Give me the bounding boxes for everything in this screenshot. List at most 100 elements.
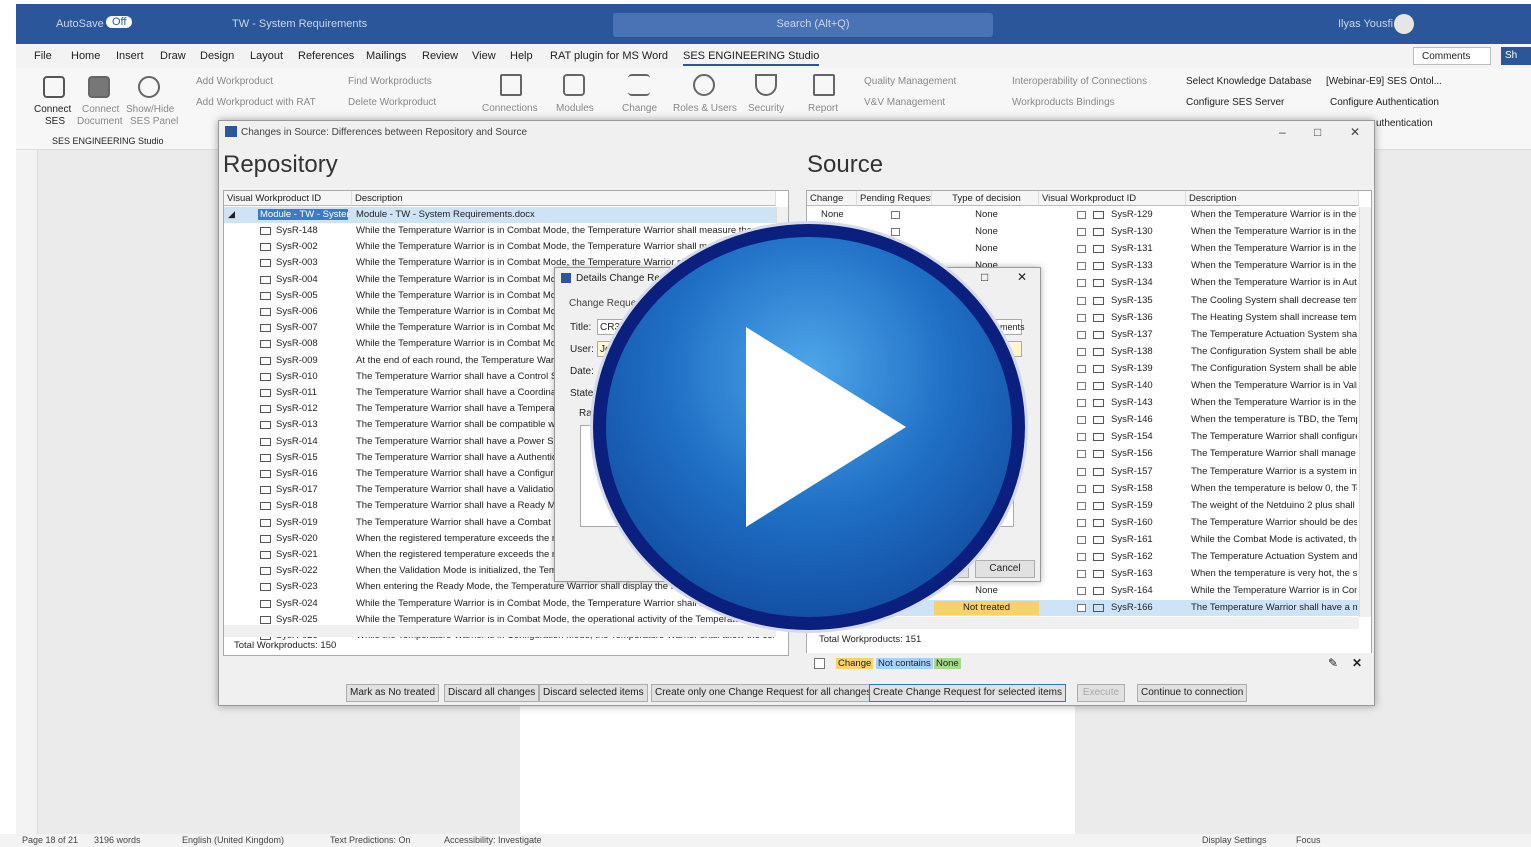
src-col-change[interactable]: Change [807, 191, 857, 206]
cancel-button[interactable]: Cancel [975, 560, 1035, 578]
interoperability-connections[interactable]: Interoperability of Connections [1012, 76, 1147, 87]
create-cr-selected-button[interactable]: Create Change Request for selected items [869, 684, 1066, 702]
menu-rat-plugin[interactable]: RAT plugin for MS Word [550, 50, 668, 62]
menu-file[interactable]: File [34, 50, 52, 62]
select-checkbox[interactable] [1077, 467, 1086, 476]
pending-checkbox[interactable] [891, 211, 900, 219]
repo-module-row[interactable]: ◢ Module - TW - System Module - TW - Sys… [224, 207, 776, 223]
avatar[interactable] [1394, 14, 1414, 34]
table-row[interactable]: None None SysR-129 When the Temperature War… [807, 207, 1359, 223]
change-button[interactable]: Change [622, 103, 657, 114]
document-title[interactable]: TW - System Requirements [232, 18, 367, 30]
mark-no-treated-button[interactable]: Mark as No treated [346, 684, 440, 702]
menu-ses-studio[interactable]: SES ENGINEERING Studio [683, 50, 820, 66]
menu-design[interactable]: Design [200, 50, 234, 62]
share-button[interactable]: Sh [1501, 47, 1531, 65]
security-button[interactable]: Security [748, 103, 784, 114]
close-icon[interactable]: ✕ [1350, 125, 1360, 139]
select-checkbox[interactable] [1077, 245, 1086, 254]
text-predictions[interactable]: Text Predictions: On [330, 835, 411, 845]
clear-icon[interactable]: ✕ [1352, 656, 1362, 670]
discard-selected-button[interactable]: Discard selected items [539, 684, 648, 702]
autosave-toggle[interactable]: Off [106, 16, 133, 28]
repo-col-description[interactable]: Description [352, 191, 776, 206]
menu-references[interactable]: References [298, 50, 354, 62]
expand-icon[interactable]: ◢ [228, 209, 235, 220]
table-row[interactable]: SysR-148 While the Temperature Warrior is… [224, 223, 776, 239]
src-hscrollbar[interactable] [807, 617, 1359, 629]
src-scrollbar[interactable] [1359, 207, 1371, 617]
legend-checkbox[interactable] [814, 658, 825, 669]
delete-workproduct[interactable]: Delete Workproduct [348, 97, 436, 108]
select-checkbox[interactable] [1077, 211, 1086, 219]
select-checkbox[interactable] [1077, 313, 1086, 322]
select-checkbox[interactable] [1077, 296, 1086, 305]
select-checkbox[interactable] [1077, 364, 1086, 373]
video-play-button[interactable] [593, 224, 1025, 630]
menu-help[interactable]: Help [510, 50, 533, 62]
execute-button[interactable]: Execute [1077, 684, 1125, 702]
vv-management[interactable]: V&V Management [864, 97, 945, 108]
select-checkbox[interactable] [1077, 330, 1086, 339]
connections-button[interactable]: Connections [482, 103, 538, 114]
quality-management[interactable]: Quality Management [864, 76, 956, 87]
add-workproduct[interactable]: Add Workproduct [196, 76, 273, 87]
accessibility[interactable]: Accessibility: Investigate [444, 835, 542, 845]
menu-insert[interactable]: Insert [116, 50, 144, 62]
focus-button[interactable]: Focus [1296, 835, 1321, 845]
connect-label[interactable]: Connect [34, 104, 71, 115]
inner-maximize-icon[interactable]: □ [981, 270, 988, 284]
maximize-icon[interactable]: □ [1314, 125, 1321, 139]
select-checkbox[interactable] [1077, 416, 1086, 425]
configure-ses-server[interactable]: Configure SES Server [1186, 97, 1284, 108]
select-checkbox[interactable] [1077, 279, 1086, 288]
create-one-cr-button[interactable]: Create only one Change Request for all c… [651, 684, 876, 702]
src-col-description[interactable]: Description [1186, 191, 1359, 206]
page-count[interactable]: Page 18 of 21 [22, 835, 78, 845]
src-col-id[interactable]: Visual Workproduct ID [1039, 191, 1186, 206]
src-col-decision[interactable]: Type of decision [932, 191, 1039, 206]
configure-authentication[interactable]: Configure Authentication [1330, 97, 1439, 108]
pencil-icon[interactable]: ✎ [1328, 656, 1338, 670]
select-checkbox[interactable] [1077, 382, 1086, 390]
select-checkbox[interactable] [1077, 450, 1086, 459]
menu-layout[interactable]: Layout [250, 50, 283, 62]
select-checkbox[interactable] [1077, 484, 1086, 493]
continue-connection-button[interactable]: Continue to connection [1137, 684, 1248, 702]
display-settings[interactable]: Display Settings [1202, 835, 1267, 845]
select-checkbox[interactable] [1077, 604, 1086, 613]
search-box[interactable]: Search (Alt+Q) [613, 13, 993, 37]
menu-home[interactable]: Home [71, 50, 100, 62]
word-count[interactable]: 3196 words [94, 835, 141, 845]
menu-mailings[interactable]: Mailings [366, 50, 406, 62]
src-col-pending[interactable]: Pending Request [857, 191, 932, 206]
show-hide-label[interactable]: Show/Hide [126, 104, 174, 115]
table-row[interactable]: SysR-002 While the Temperature Warrior is… [224, 239, 776, 255]
select-checkbox[interactable] [1077, 587, 1086, 596]
modules-button[interactable]: Modules [556, 103, 594, 114]
comments-button[interactable]: Comments [1413, 47, 1491, 65]
select-checkbox[interactable] [1077, 501, 1086, 510]
select-knowledge-database[interactable]: Select Knowledge Database [1186, 76, 1312, 87]
discard-all-button[interactable]: Discard all changes [444, 684, 540, 702]
knowledge-database-value[interactable]: [Webinar-E9] SES Ontol... [1326, 76, 1442, 87]
workproducts-bindings[interactable]: Workproducts Bindings [1012, 97, 1115, 108]
roles-users-button[interactable]: Roles & Users [673, 103, 737, 114]
add-workproduct-rat[interactable]: Add Workproduct with RAT [196, 97, 316, 108]
find-workproducts[interactable]: Find Workproducts [348, 76, 432, 87]
table-row[interactable]: None SysR-130 When the Temperature Warrior… [807, 224, 1359, 240]
menu-draw[interactable]: Draw [160, 50, 186, 62]
language[interactable]: English (United Kingdom) [182, 835, 284, 845]
select-checkbox[interactable] [1077, 518, 1086, 527]
menu-view[interactable]: View [472, 50, 496, 62]
select-checkbox[interactable] [1077, 347, 1086, 356]
connect-doc-label[interactable]: Connect [82, 104, 119, 115]
select-checkbox[interactable] [1077, 433, 1086, 442]
repo-col-id[interactable]: Visual Workproduct ID [224, 191, 352, 206]
select-checkbox[interactable] [1077, 262, 1086, 271]
inner-close-icon[interactable]: ✕ [1017, 270, 1027, 284]
minimize-icon[interactable]: – [1279, 125, 1286, 139]
select-checkbox[interactable] [1077, 570, 1086, 579]
select-checkbox[interactable] [1077, 228, 1086, 237]
select-checkbox[interactable] [1077, 399, 1086, 408]
